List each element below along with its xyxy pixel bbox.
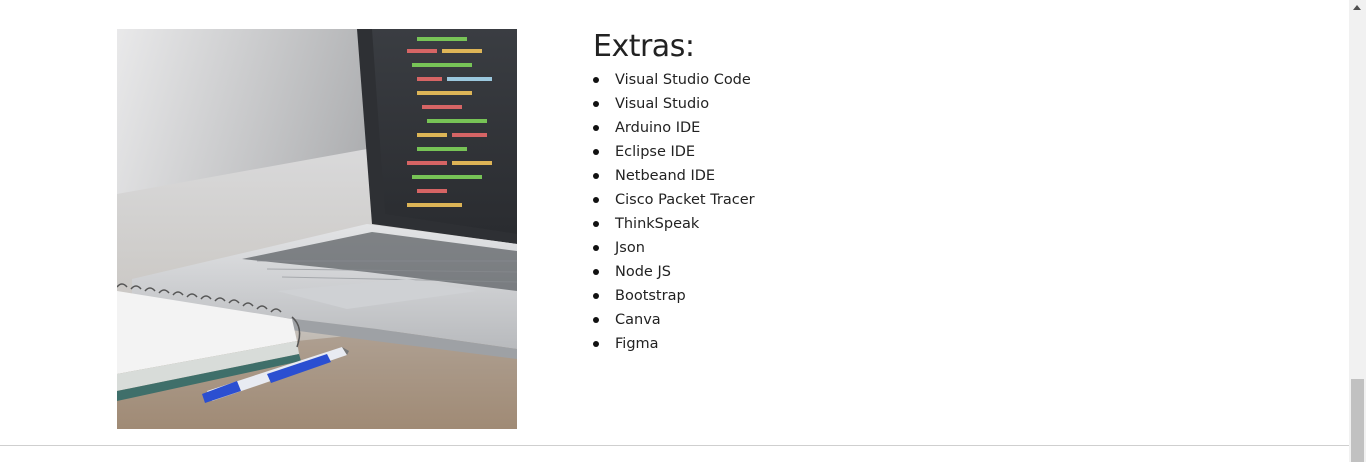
bullet-icon bbox=[593, 317, 599, 323]
list-item-label: Json bbox=[615, 240, 645, 256]
list-item-label: Visual Studio bbox=[615, 96, 710, 112]
bullet-icon bbox=[593, 197, 599, 203]
list-item: Arduino IDE bbox=[593, 116, 755, 140]
list-item: ThinkSpeak bbox=[593, 212, 755, 236]
bullet-icon bbox=[593, 173, 599, 179]
list-item: Cisco Packet Tracer bbox=[593, 188, 755, 212]
list-item-label: Eclipse IDE bbox=[615, 144, 696, 160]
list-item: Json bbox=[593, 236, 755, 260]
bullet-icon bbox=[593, 221, 599, 227]
list-item: Netbeand IDE bbox=[593, 164, 755, 188]
list-item-label: Cisco Packet Tracer bbox=[615, 192, 755, 208]
list-item: Visual Studio bbox=[593, 92, 755, 116]
list-item: Visual Studio Code bbox=[593, 68, 755, 92]
bullet-icon bbox=[593, 341, 599, 347]
scrollbar-thumb[interactable] bbox=[1351, 379, 1364, 462]
bullet-icon bbox=[593, 101, 599, 107]
list-item-label: Figma bbox=[615, 336, 659, 352]
list-item-label: Node JS bbox=[615, 264, 671, 280]
list-item: Figma bbox=[593, 332, 755, 356]
list-item-label: Netbeand IDE bbox=[615, 168, 716, 184]
extras-section: Extras: Visual Studio Code Visual Studio… bbox=[593, 26, 755, 356]
bullet-icon bbox=[593, 293, 599, 299]
list-item-label: Bootstrap bbox=[615, 288, 686, 304]
bullet-icon bbox=[593, 245, 599, 251]
triangle-up-icon[interactable] bbox=[1353, 5, 1361, 10]
list-item: Node JS bbox=[593, 260, 755, 284]
bullet-icon bbox=[593, 77, 599, 83]
list-item-label: ThinkSpeak bbox=[615, 216, 700, 232]
list-item-label: Arduino IDE bbox=[615, 120, 701, 136]
extras-title: Extras: bbox=[593, 29, 695, 64]
page-scrollbar[interactable] bbox=[1349, 0, 1366, 462]
laptop-workspace-photo bbox=[117, 29, 517, 429]
list-item: Canva bbox=[593, 308, 755, 332]
bullet-icon bbox=[593, 125, 599, 131]
list-item: Bootstrap bbox=[593, 284, 755, 308]
list-item-label: Visual Studio Code bbox=[615, 72, 751, 88]
bullet-icon bbox=[593, 269, 599, 275]
footer-divider bbox=[0, 445, 1349, 446]
extras-list: Visual Studio Code Visual Studio Arduino… bbox=[593, 68, 755, 356]
page: Extras: Visual Studio Code Visual Studio… bbox=[0, 0, 1349, 462]
list-item-label: Canva bbox=[615, 312, 661, 328]
bullet-icon bbox=[593, 149, 599, 155]
list-item: Eclipse IDE bbox=[593, 140, 755, 164]
